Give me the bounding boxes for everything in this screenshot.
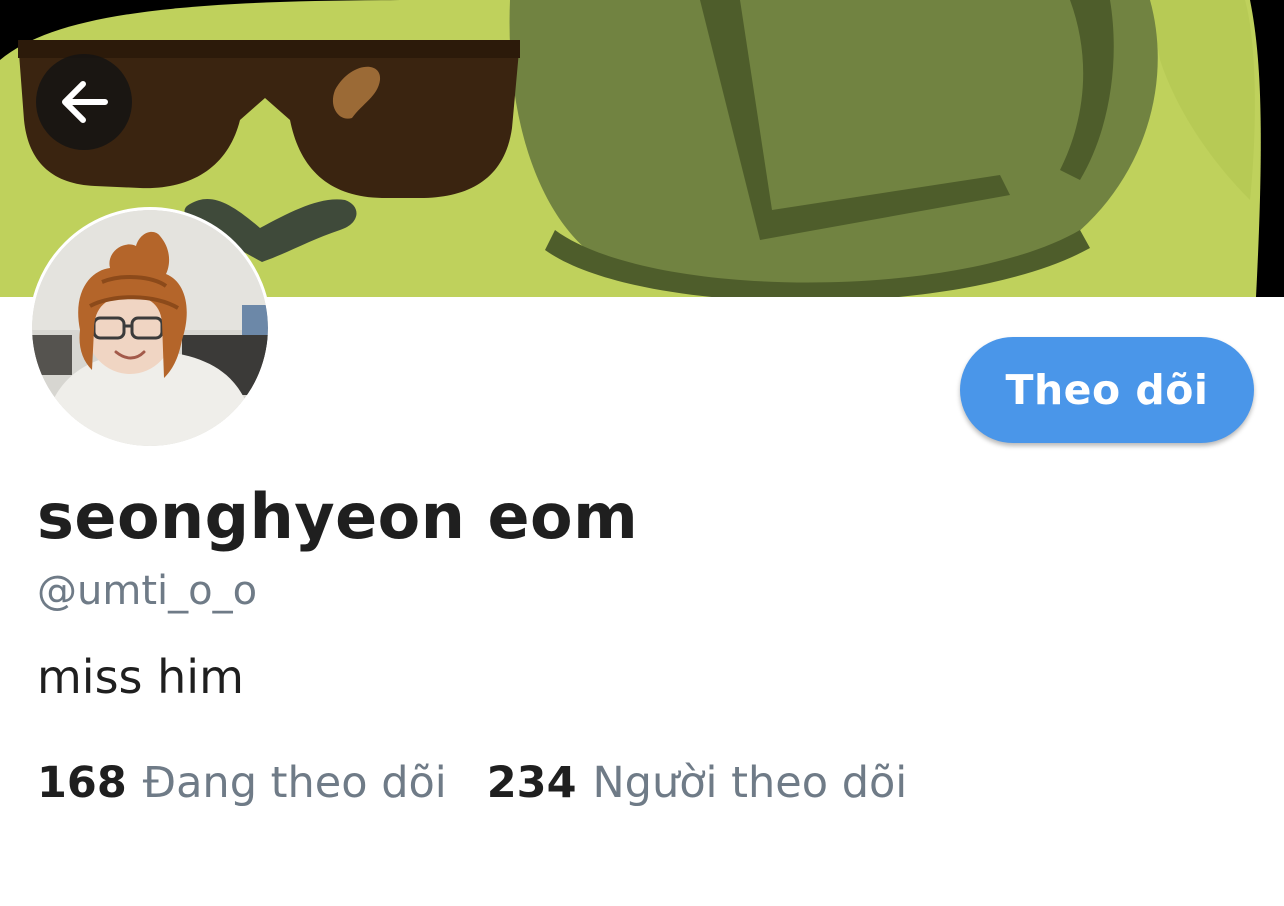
display-name: seonghyeon eom <box>37 480 639 553</box>
profile-page: Theo dõi seonghyeon eom @umti_o_o miss h… <box>0 0 1284 906</box>
avatar[interactable] <box>29 207 271 449</box>
followers-label: Người theo dõi <box>592 758 908 808</box>
follow-stats: 168 Đang theo dõi 234 Người theo dõi <box>37 758 907 808</box>
following-label: Đang theo dõi <box>142 758 447 808</box>
back-button[interactable] <box>36 54 132 150</box>
follow-button[interactable]: Theo dõi <box>960 337 1254 443</box>
username-handle: @umti_o_o <box>37 568 258 614</box>
followers-stat[interactable]: 234 Người theo dõi <box>487 758 908 808</box>
bio-text: miss him <box>37 650 244 704</box>
following-stat[interactable]: 168 Đang theo dõi <box>37 758 447 808</box>
avatar-image <box>32 210 268 446</box>
following-count: 168 <box>37 758 127 808</box>
follow-button-label: Theo dõi <box>1005 366 1209 414</box>
arrow-left-icon <box>62 81 108 123</box>
followers-count: 234 <box>486 758 577 808</box>
